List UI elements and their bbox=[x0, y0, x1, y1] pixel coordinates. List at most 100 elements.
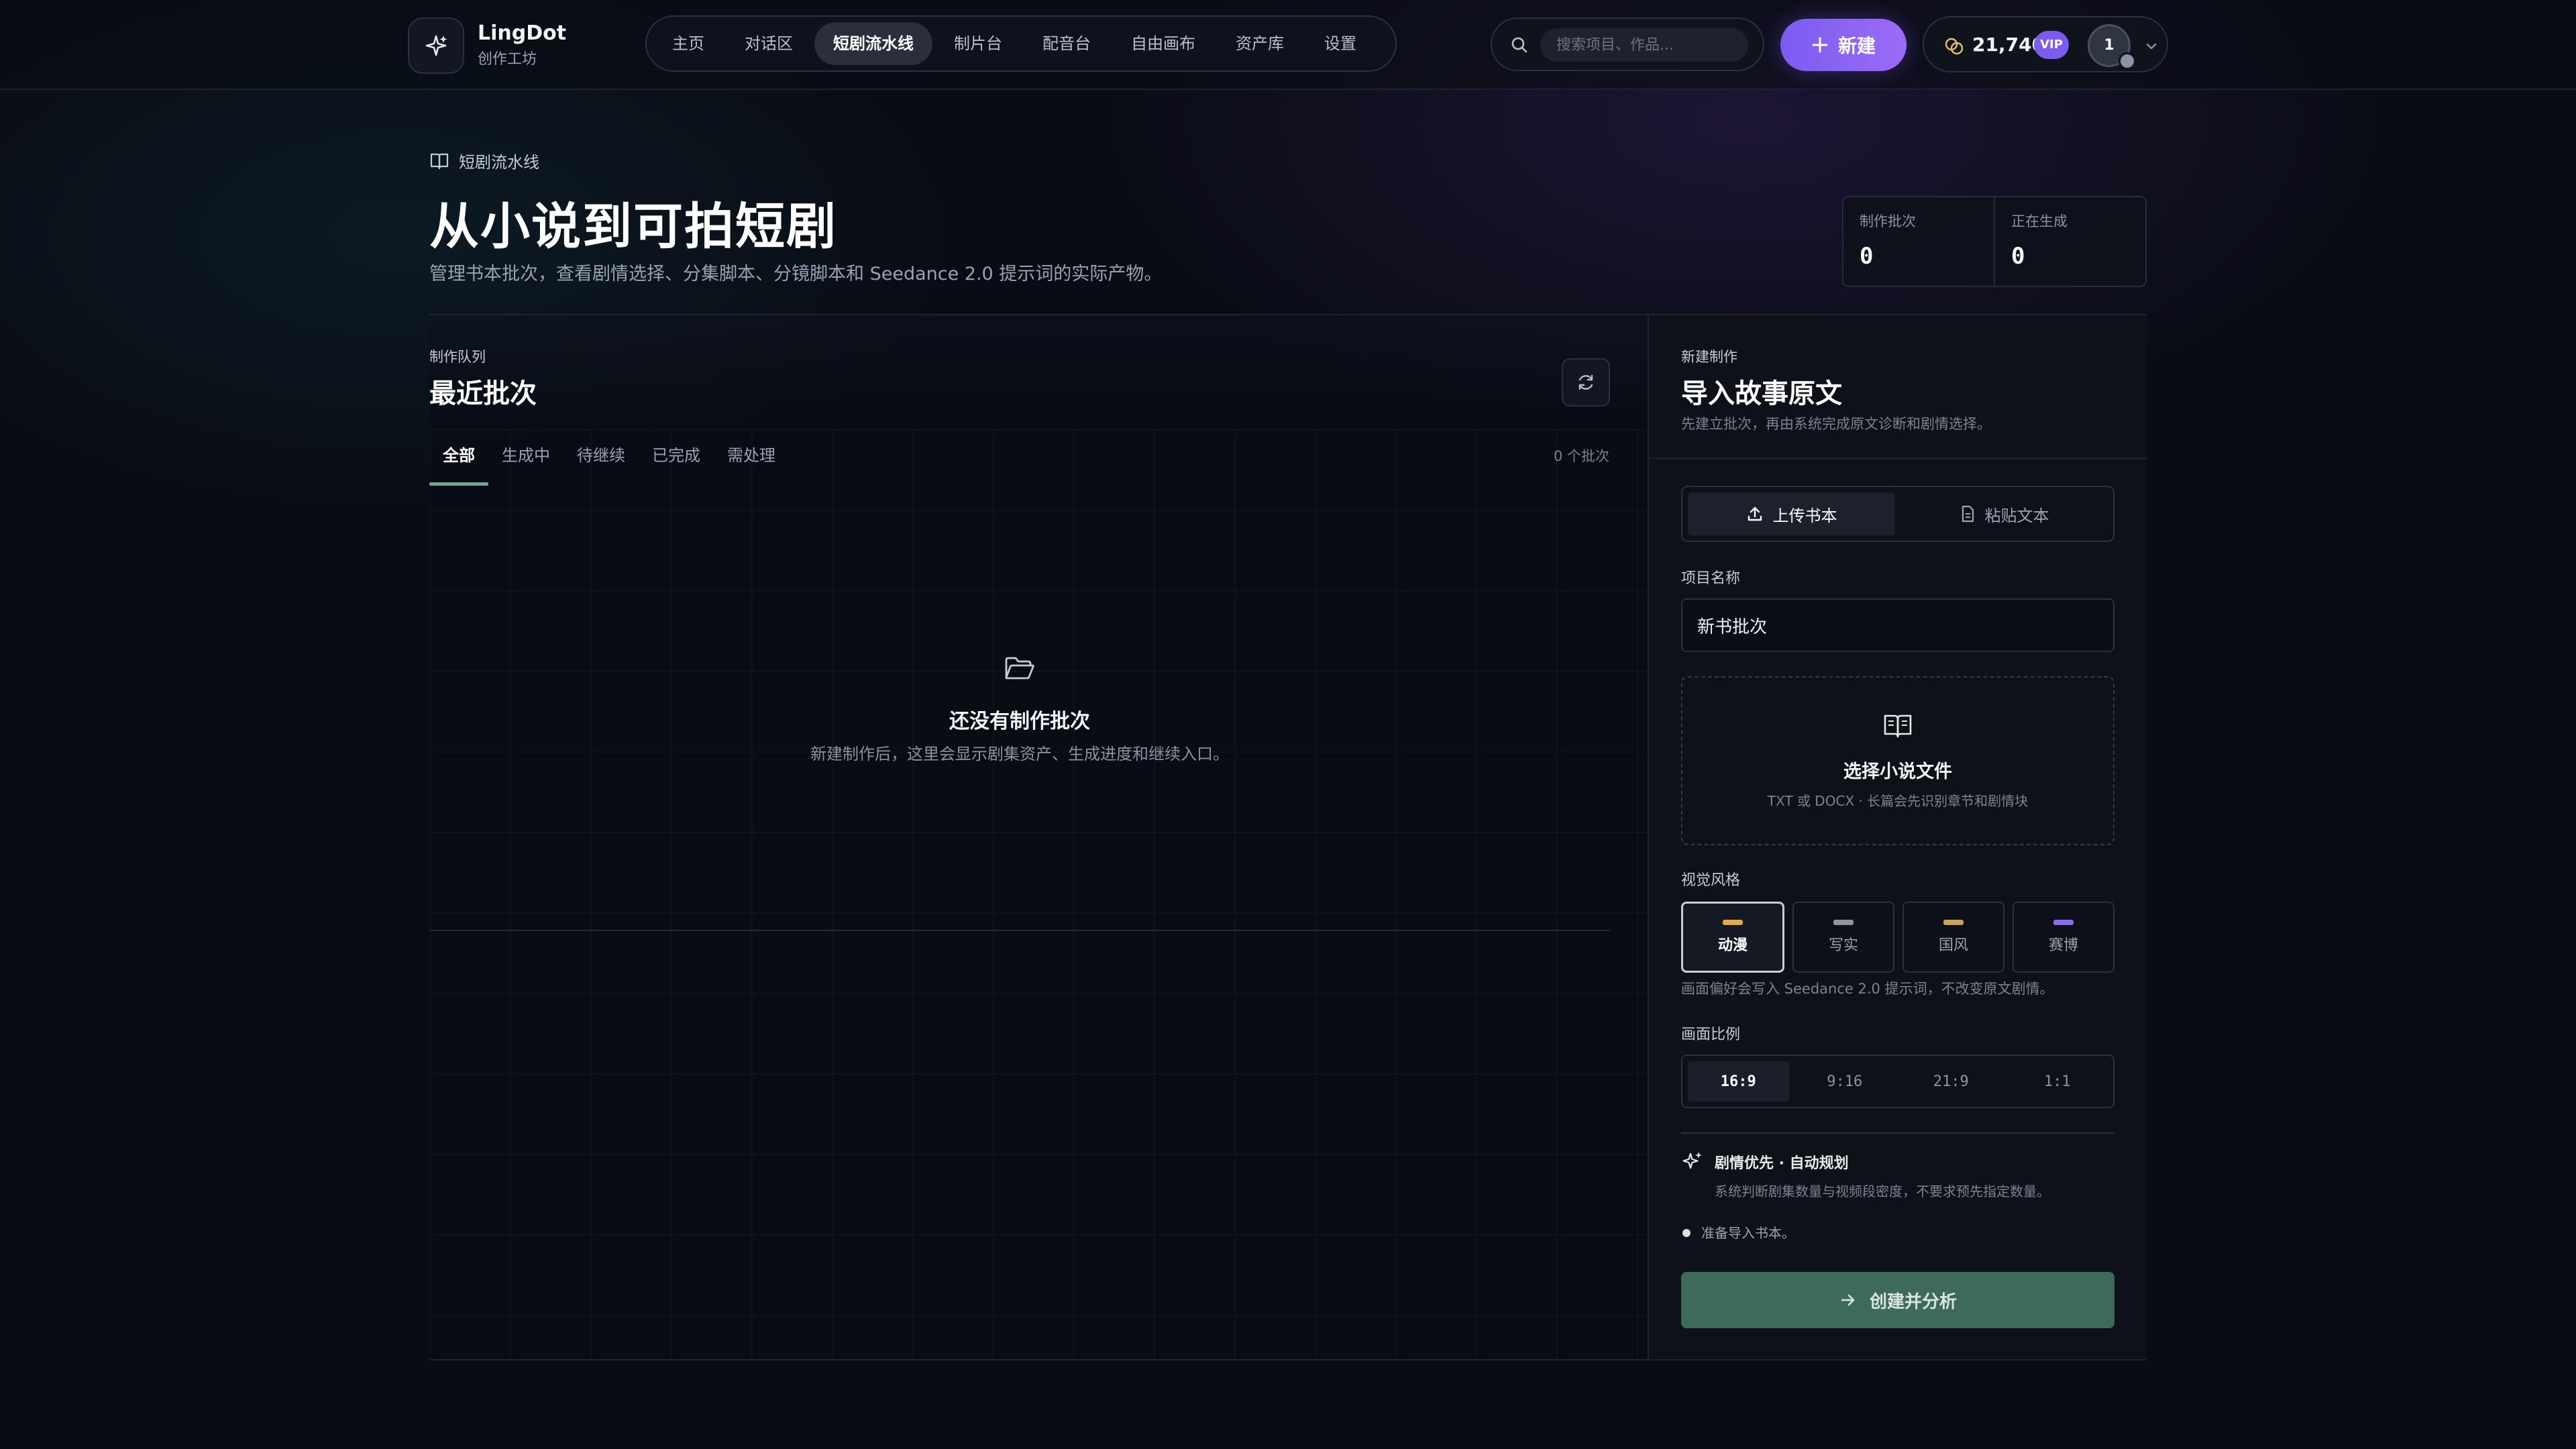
stat-label: 制作批次 bbox=[1860, 213, 1916, 229]
page-title: 从小说到可拍短剧 bbox=[429, 198, 837, 256]
create-subtitle: 先建立批次，再由系统完成原文诊断和剧情选择。 bbox=[1681, 416, 1991, 432]
style-swatch bbox=[1943, 920, 1964, 925]
tab-all[interactable]: 全部 bbox=[429, 439, 488, 486]
aspect-ratio-selector: 16:9 9:16 21:9 1:1 bbox=[1681, 1055, 2114, 1108]
ratio-21-9[interactable]: 21:9 bbox=[1900, 1061, 2002, 1102]
refresh-button[interactable] bbox=[1562, 358, 1610, 407]
paste-text-label: 粘贴文本 bbox=[1984, 506, 2049, 525]
upload-icon bbox=[1748, 506, 1762, 521]
book-open-icon bbox=[1884, 714, 1912, 738]
refresh-icon bbox=[1578, 374, 1593, 390]
queue-title: 最近批次 bbox=[429, 378, 537, 409]
create-and-analyze-button[interactable]: 创建并分析 bbox=[1681, 1272, 2114, 1328]
create-title: 导入故事原文 bbox=[1681, 378, 1842, 409]
stat-value: 0 bbox=[2011, 243, 2025, 270]
style-option-anime[interactable]: 动漫 bbox=[1681, 902, 1784, 973]
style-swatch bbox=[1723, 920, 1743, 925]
auto-plan-title: 剧情优先 · 自动规划 bbox=[1715, 1155, 1849, 1172]
nav-item-production[interactable]: 制片台 bbox=[935, 22, 1021, 65]
nav-item-home[interactable]: 主页 bbox=[653, 22, 723, 65]
nav-item-drama-pipeline[interactable]: 短剧流水线 bbox=[814, 22, 932, 65]
nav-item-chat[interactable]: 对话区 bbox=[726, 22, 812, 65]
aspect-ratio-label: 画面比例 bbox=[1681, 1026, 1741, 1043]
search-box bbox=[1491, 17, 1764, 71]
divider bbox=[429, 1359, 2147, 1360]
tab-pending[interactable]: 待继续 bbox=[564, 439, 639, 486]
sparkle-logo-icon bbox=[425, 35, 447, 56]
stat-label: 正在生成 bbox=[2011, 213, 2068, 229]
create-panel: 新建制作 导入故事原文 先建立批次，再由系统完成原文诊断和剧情选择。 上传书本 … bbox=[1648, 315, 2147, 1359]
new-button-label: 新建 bbox=[1837, 35, 1876, 57]
empty-state-subtitle: 新建制作后，这里会显示剧集资产、生成进度和继续入口。 bbox=[810, 745, 1229, 763]
batch-count: 0 个批次 bbox=[1554, 448, 1610, 464]
logo[interactable] bbox=[408, 17, 464, 74]
style-option-cyber[interactable]: 赛博 bbox=[2012, 902, 2114, 973]
style-label: 动漫 bbox=[1717, 937, 1748, 954]
upload-book-label: 上传书本 bbox=[1772, 506, 1837, 525]
visual-style-label: 视觉风格 bbox=[1681, 872, 1741, 889]
stat-batches: 制作批次 0 bbox=[1843, 197, 1994, 286]
paste-text-tab[interactable]: 粘贴文本 bbox=[1900, 492, 2108, 535]
divider bbox=[1649, 458, 2147, 459]
status-dot bbox=[2118, 52, 2136, 70]
dropzone-title: 选择小说文件 bbox=[1843, 761, 1952, 782]
nav-item-dubbing[interactable]: 配音台 bbox=[1024, 22, 1110, 65]
style-label: 写实 bbox=[1828, 937, 1858, 954]
breadcrumb: 短剧流水线 bbox=[429, 149, 539, 172]
create-button-label: 创建并分析 bbox=[1869, 1291, 1957, 1312]
status-text: 准备导入书本。 bbox=[1701, 1225, 1795, 1241]
style-options: 动漫 写实 国风 赛博 bbox=[1681, 902, 2114, 973]
brand-name: LingDot bbox=[478, 21, 567, 45]
folder-open-icon bbox=[1005, 657, 1034, 680]
style-swatch bbox=[1833, 920, 1854, 925]
divider bbox=[1681, 1132, 2114, 1134]
grid-background bbox=[429, 429, 1648, 1359]
stats-card: 制作批次 0 正在生成 0 bbox=[1842, 196, 2147, 287]
stat-value: 0 bbox=[1860, 243, 1874, 270]
style-option-chinese[interactable]: 国风 bbox=[1902, 902, 2004, 973]
nav-item-settings[interactable]: 设置 bbox=[1305, 22, 1375, 65]
dropzone-subtitle: TXT 或 DOCX · 长篇会先识别章节和剧情块 bbox=[1767, 793, 2029, 809]
nav-item-assets[interactable]: 资产库 bbox=[1217, 22, 1303, 65]
main-nav: 主页 对话区 短剧流水线 制片台 配音台 自由画布 资产库 设置 bbox=[645, 15, 1397, 72]
status-dot bbox=[1682, 1229, 1690, 1237]
style-label: 国风 bbox=[1938, 937, 1968, 954]
breadcrumb-label[interactable]: 短剧流水线 bbox=[459, 149, 539, 172]
style-option-realistic[interactable]: 写实 bbox=[1792, 902, 1894, 973]
vip-badge: VIP bbox=[2034, 31, 2069, 59]
ratio-1-1[interactable]: 1:1 bbox=[2007, 1061, 2108, 1102]
brand-subtitle: 创作工坊 bbox=[478, 51, 537, 68]
arrow-right-icon bbox=[1841, 1294, 1855, 1306]
ratio-16-9[interactable]: 16:9 bbox=[1688, 1061, 1789, 1102]
search-icon bbox=[1511, 37, 1527, 53]
page-subtitle: 管理书本批次，查看剧情选择、分集脚本、分镜脚本和 Seedance 2.0 提示… bbox=[429, 264, 1163, 284]
queue-panel: 制作队列 最近批次 全部 生成中 待继续 已完成 需处理 0 个批次 还没有制作… bbox=[429, 315, 1648, 1359]
divider bbox=[429, 930, 1610, 931]
style-hint: 画面偏好会写入 Seedance 2.0 提示词，不改变原文剧情。 bbox=[1681, 981, 2054, 997]
tab-needs-action[interactable]: 需处理 bbox=[714, 439, 789, 486]
search-input[interactable] bbox=[1540, 28, 1748, 62]
plus-icon bbox=[1812, 37, 1828, 53]
chevron-down-icon[interactable] bbox=[2144, 39, 2159, 54]
project-name-label: 项目名称 bbox=[1681, 570, 1741, 587]
new-button[interactable]: 新建 bbox=[1780, 19, 1907, 71]
queue-kicker: 制作队列 bbox=[429, 349, 486, 365]
ratio-9-16[interactable]: 9:16 bbox=[1794, 1061, 1896, 1102]
tab-generating[interactable]: 生成中 bbox=[488, 439, 564, 486]
upload-book-tab[interactable]: 上传书本 bbox=[1688, 492, 1895, 535]
top-bar: LingDot 创作工坊 主页 对话区 短剧流水线 制片台 配音台 自由画布 资… bbox=[0, 0, 2576, 90]
document-icon bbox=[1962, 505, 1974, 523]
create-kicker: 新建制作 bbox=[1681, 349, 1737, 365]
account-menu[interactable]: 21,740 VIP 1 bbox=[1923, 16, 2168, 72]
project-name-input[interactable] bbox=[1681, 598, 2114, 652]
queue-tabs: 全部 生成中 待继续 已完成 需处理 bbox=[429, 439, 789, 486]
empty-state-title: 还没有制作批次 bbox=[949, 710, 1090, 733]
tab-completed[interactable]: 已完成 bbox=[639, 439, 714, 486]
coins-icon bbox=[1945, 38, 1964, 55]
sparkles-icon bbox=[1682, 1152, 1702, 1169]
nav-item-free-canvas[interactable]: 自由画布 bbox=[1112, 22, 1214, 65]
file-dropzone[interactable]: 选择小说文件 TXT 或 DOCX · 长篇会先识别章节和剧情块 bbox=[1681, 676, 2114, 845]
stat-generating: 正在生成 0 bbox=[1994, 197, 2145, 286]
style-label: 赛博 bbox=[2048, 937, 2078, 954]
style-swatch bbox=[2053, 920, 2074, 925]
